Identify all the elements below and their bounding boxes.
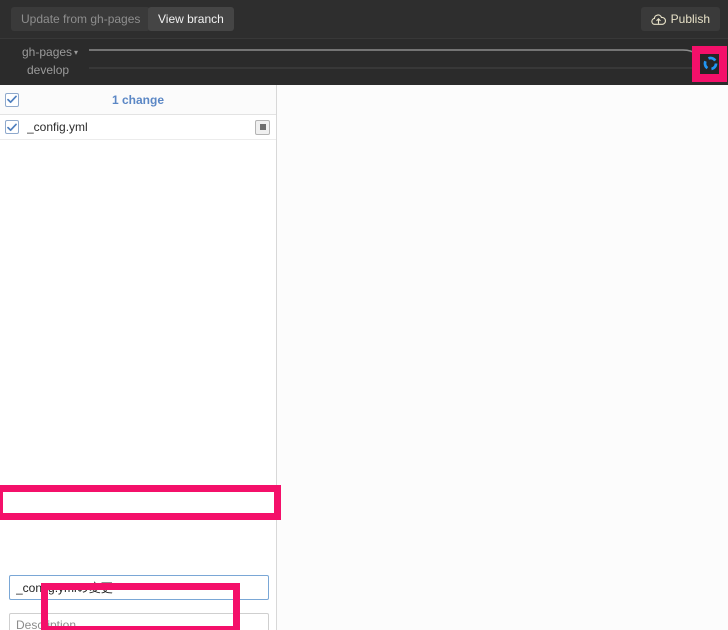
changes-sidebar: 1 change _config.yml Commit to develop [0, 85, 277, 630]
changes-list-header: 1 change [0, 85, 276, 115]
publish-button[interactable]: Publish [640, 7, 720, 31]
checkmark-icon [7, 123, 17, 131]
top-header: Update from gh-pages View branch Publish… [0, 0, 728, 85]
branch-toolbar: Update from gh-pages View branch Publish [0, 0, 728, 38]
changes-count-label: 1 change [111, 92, 165, 107]
modified-status-dot [259, 124, 266, 130]
branch-graph-lines [89, 49, 716, 73]
file-name-label: _config.yml [27, 120, 88, 134]
file-include-checkbox[interactable] [5, 120, 19, 134]
cloud-upload-icon [650, 13, 666, 26]
sync-spinner-icon [703, 56, 717, 70]
diff-pane [277, 85, 728, 630]
modified-status-icon [255, 119, 270, 135]
publish-button-label: Publish [670, 12, 710, 26]
file-list-empty-space [0, 140, 276, 480]
commit-description-input[interactable] [9, 613, 269, 630]
update-from-branch-button[interactable]: Update from gh-pages [11, 7, 151, 31]
view-branch-button[interactable]: View branch [148, 7, 234, 31]
app-window: Update from gh-pages View branch Publish… [0, 0, 728, 630]
branch-graph-spinner[interactable] [695, 48, 725, 78]
commit-summary-input[interactable] [9, 575, 269, 600]
changed-file-row[interactable]: _config.yml [0, 115, 276, 140]
branch-graph: gh-pages ▾ develop [0, 38, 728, 85]
